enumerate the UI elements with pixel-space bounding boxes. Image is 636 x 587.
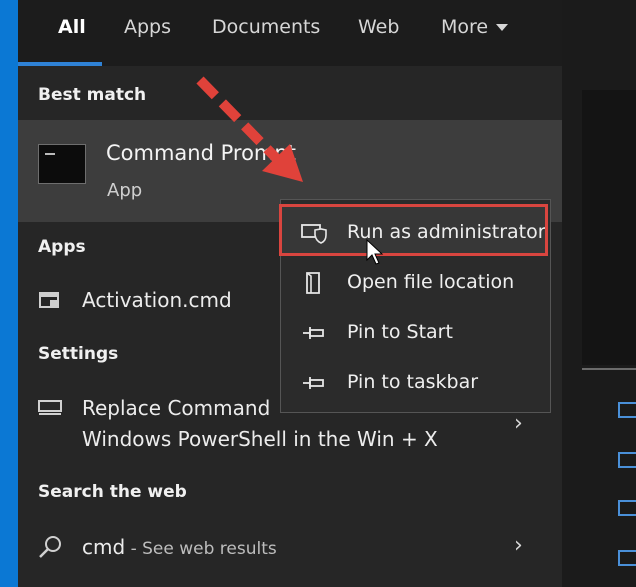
- tab-apps[interactable]: Apps: [124, 16, 171, 38]
- monitor-icon: [38, 400, 62, 415]
- app-item-activation[interactable]: Activation.cmd: [82, 288, 232, 312]
- tab-more-label: More: [441, 16, 489, 38]
- settings-heading: Settings: [38, 344, 119, 364]
- settings-item-line1[interactable]: Replace Command: [82, 396, 270, 420]
- tab-web[interactable]: Web: [358, 16, 399, 38]
- tab-more[interactable]: More: [441, 16, 509, 38]
- pin-icon: [303, 327, 324, 339]
- preview-divider: [582, 368, 636, 370]
- best-match-heading: Best match: [38, 85, 147, 105]
- menu-item-pin-to-start[interactable]: Pin to Start: [281, 310, 552, 356]
- web-query: cmd: [82, 535, 126, 559]
- search-web-heading: Search the web: [38, 482, 187, 502]
- menu-item-pin-to-taskbar[interactable]: Pin to taskbar: [281, 360, 552, 406]
- script-file-icon: [39, 292, 59, 308]
- accent-strip: [0, 0, 18, 587]
- preview-action-icon[interactable]: [618, 452, 636, 468]
- apps-heading: Apps: [38, 237, 86, 257]
- settings-item-line2[interactable]: Windows PowerShell in the Win + X: [82, 427, 438, 451]
- active-tab-indicator: [18, 62, 102, 66]
- search-icon: [39, 536, 61, 558]
- menu-item-label: Pin to Start: [347, 321, 453, 343]
- preview-action-icon[interactable]: [618, 402, 636, 418]
- menu-item-label: Open file location: [347, 271, 515, 293]
- menu-item-label: Pin to taskbar: [347, 371, 479, 393]
- chevron-down-icon: [496, 24, 509, 31]
- preview-action-icon[interactable]: [618, 500, 636, 516]
- folder-file-icon: [306, 272, 320, 294]
- command-prompt-icon: [38, 144, 86, 184]
- tab-all[interactable]: All: [58, 16, 86, 38]
- chevron-right-icon[interactable]: ›: [514, 533, 523, 558]
- preview-block: [582, 90, 636, 365]
- preview-action-icon[interactable]: [618, 550, 636, 566]
- menu-item-open-file-location[interactable]: Open file location: [281, 260, 552, 306]
- best-match-subtitle: App: [107, 180, 143, 201]
- chevron-right-icon[interactable]: ›: [514, 411, 523, 436]
- web-suffix: - See web results: [125, 539, 277, 559]
- highlight-box: [279, 204, 548, 256]
- web-search-item[interactable]: cmd - See web results: [82, 535, 277, 559]
- tab-documents[interactable]: Documents: [212, 16, 320, 38]
- best-match-title: Command Prompt: [106, 141, 296, 165]
- pin-icon: [303, 377, 324, 389]
